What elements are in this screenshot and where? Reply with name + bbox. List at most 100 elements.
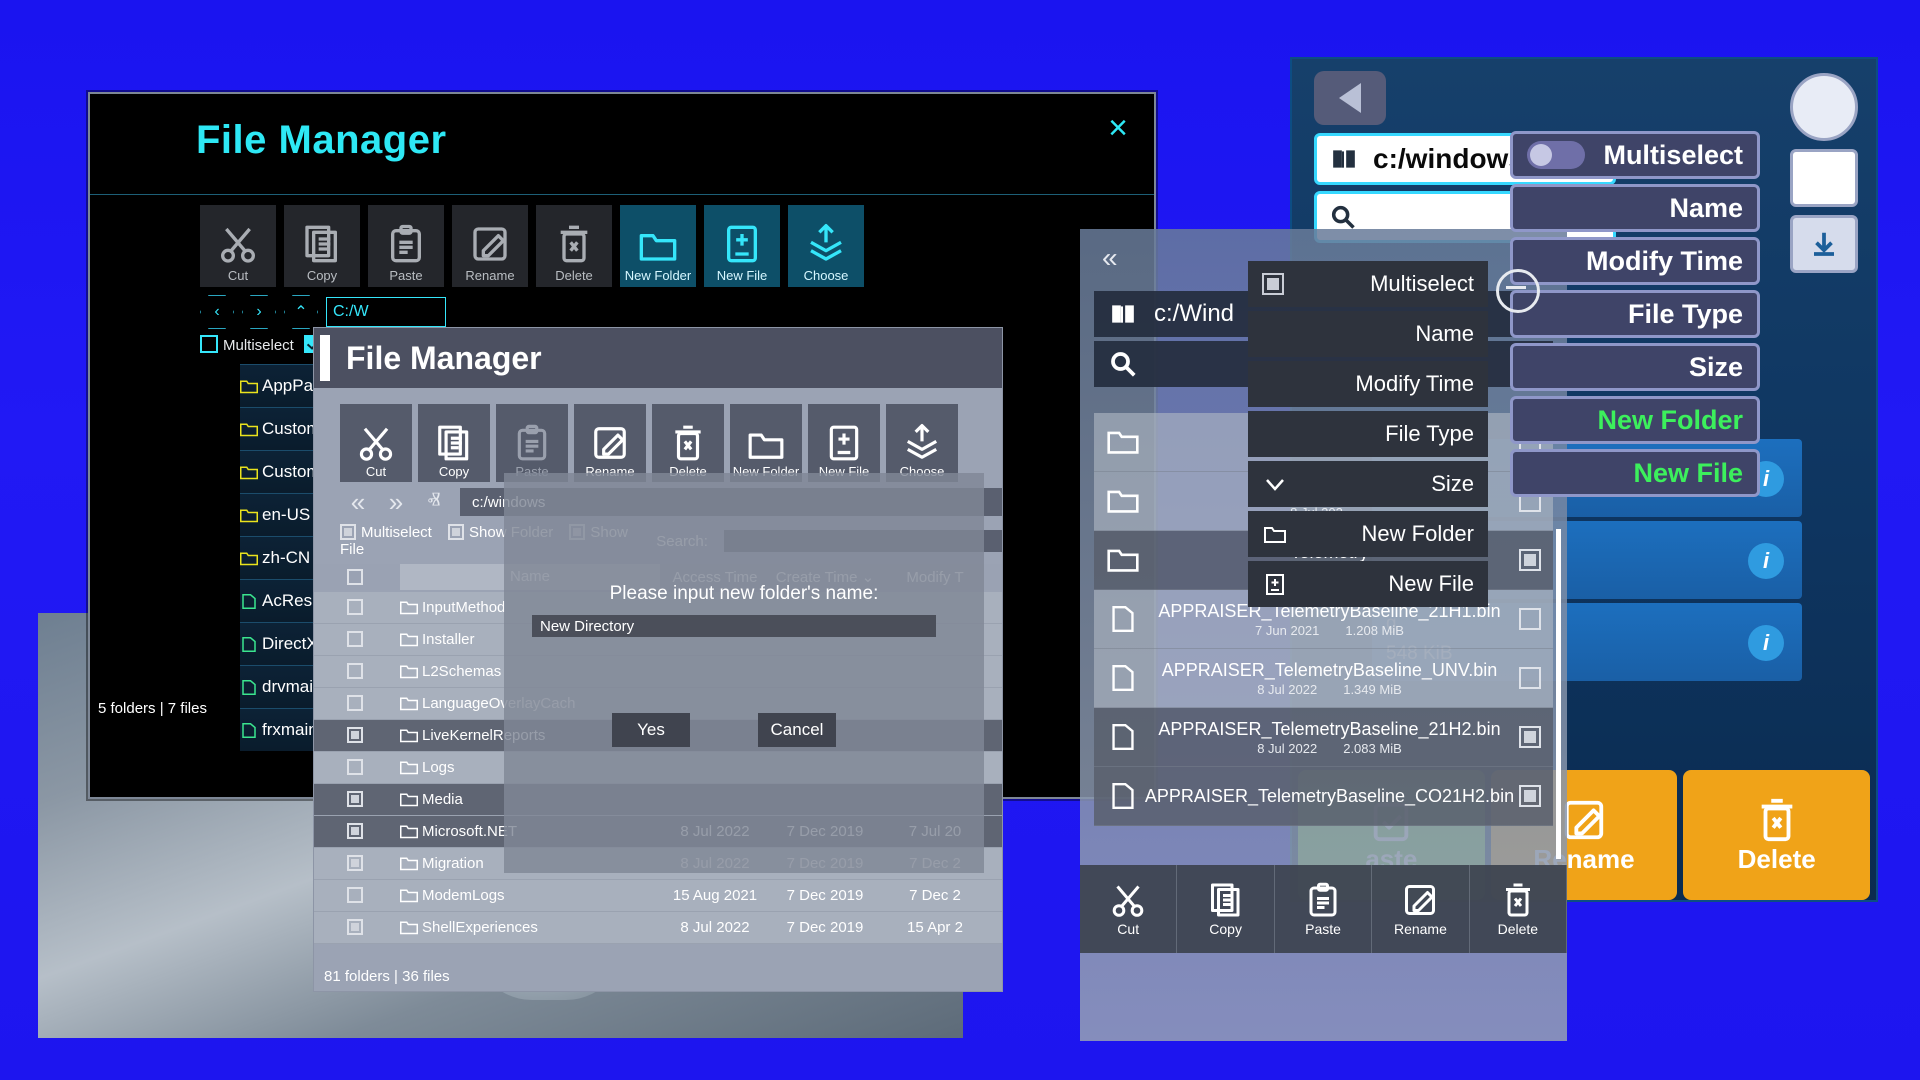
dark-toolbar-paste-button[interactable]: Paste	[368, 205, 444, 287]
mobile-rename-button[interactable]: Rename	[1372, 865, 1470, 953]
menu-item-new-folder[interactable]: New Folder	[1248, 511, 1488, 557]
grey-toolbar-copy-button[interactable]: Copy	[418, 404, 490, 482]
toggle-switch[interactable]	[1527, 141, 1585, 169]
context-dropdown-menu[interactable]: Multiselect Name Modify Time File Type S…	[1248, 261, 1540, 611]
checkbox-icon[interactable]	[200, 335, 218, 353]
dark-toolbar-cut-button[interactable]: Cut	[200, 205, 276, 287]
row-checkbox[interactable]	[314, 791, 400, 808]
forward-icon[interactable]: »	[378, 487, 414, 518]
close-icon[interactable]: ×	[1092, 102, 1144, 154]
blue-menu-item-name[interactable]: Name	[1510, 184, 1760, 232]
minus-circle-icon[interactable]	[1496, 269, 1540, 313]
list-item[interactable]: APPRAISER_TelemetryBaseline_UNV.bin 8 Jul…	[1094, 649, 1553, 708]
toolbar-label: New Folder	[624, 268, 692, 283]
grey-toolbar-rename-button[interactable]: Rename	[574, 404, 646, 482]
checkbox-icon	[346, 855, 363, 871]
menu-label: Name	[1669, 192, 1743, 223]
back-icon[interactable]	[1314, 71, 1386, 125]
dark-toolbar-delete-button[interactable]: Delete	[536, 205, 612, 287]
row-checkbox[interactable]	[314, 599, 400, 616]
table-row[interactable]: ShellExperiences 8 Jul 2022 7 Dec 2019 1…	[314, 912, 1002, 944]
blank-panel-icon[interactable]	[1790, 149, 1858, 207]
row-checkbox[interactable]	[314, 759, 400, 776]
back-icon[interactable]: «	[1102, 242, 1118, 274]
mobile-delete-button[interactable]: Delete	[1470, 865, 1568, 953]
grey-toolbar-new-folder-button[interactable]: New Folder	[730, 404, 802, 482]
row-checkbox[interactable]	[314, 855, 400, 872]
download-icon[interactable]	[1790, 215, 1858, 273]
menu-item-multiselect[interactable]: Multiselect	[1248, 261, 1540, 313]
menu-item-modify-time[interactable]: Modify Time	[1248, 361, 1488, 407]
blue-menu-item-size[interactable]: Size	[1510, 343, 1760, 391]
row-checkbox[interactable]	[314, 887, 400, 904]
blue-menu-item-new-file[interactable]: New File	[1510, 449, 1760, 497]
dark-toolbar-new-folder-button[interactable]: New Folder	[620, 205, 696, 287]
grey-checkbox-multiselect[interactable]: Multiselect	[340, 524, 436, 541]
scrollbar[interactable]	[1556, 529, 1561, 859]
dark-checkbox-multiselect[interactable]: Multiselect	[200, 335, 294, 354]
grey-toolbar-cut-button[interactable]: Cut	[340, 404, 412, 482]
toolbar-label: Rename	[465, 268, 515, 283]
forward-icon[interactable]: ›	[242, 295, 276, 329]
folder-name-input[interactable]: New Directory	[532, 615, 936, 637]
grey-toolbar-delete-button[interactable]: Delete	[652, 404, 724, 482]
row-checkbox[interactable]	[314, 727, 400, 744]
dark-toolbar-choose-button[interactable]: Choose	[788, 205, 864, 287]
up-icon[interactable]: ⱏ	[416, 486, 452, 518]
new-folder-dialog[interactable]: Please input new folder's name: New Dire…	[504, 473, 984, 873]
row-checkbox[interactable]	[314, 695, 400, 712]
grey-toolbar-choose-button[interactable]: Choose	[886, 404, 958, 482]
checkbox-icon[interactable]	[1262, 273, 1284, 295]
item-name: APPRAISER_TelemetryBaseline_CO21H2.bin	[1144, 786, 1515, 806]
file-plus-icon	[1266, 574, 1284, 595]
blue-menu-item-modify-time[interactable]: Modify Time	[1510, 237, 1760, 285]
table-row[interactable]: ModemLogs 15 Aug 2021 7 Dec 2019 7 Dec 2	[314, 880, 1002, 912]
row-checkbox[interactable]	[314, 663, 400, 680]
checkbox-icon[interactable]	[1519, 785, 1541, 807]
menu-item-file-type[interactable]: File Type	[1248, 411, 1488, 457]
checkbox-icon[interactable]	[448, 524, 465, 540]
cancel-button[interactable]: Cancel	[758, 713, 836, 747]
checkbox-icon[interactable]	[340, 524, 356, 540]
info-icon[interactable]: i	[1748, 625, 1784, 661]
list-item[interactable]: APPRAISER_TelemetryBaseline_21H2.bin 8 Ju…	[1094, 708, 1553, 767]
list-item[interactable]: APPRAISER_TelemetryBaseline_CO21H2.bin	[1094, 767, 1553, 826]
dark-path-field[interactable]: C:/W	[326, 297, 446, 327]
blue-menu-item-file-type[interactable]: File Type	[1510, 290, 1760, 338]
menu-item-size[interactable]: Size	[1248, 461, 1488, 507]
dark-toolbar-copy-button[interactable]: Copy	[284, 205, 360, 287]
grey-file-manager-window[interactable]: File Manager Cut Copy Paste Rename Delet…	[313, 327, 1003, 992]
up-icon[interactable]: ⌃	[284, 295, 318, 329]
blue-menu-item-new-folder[interactable]: New Folder	[1510, 396, 1760, 444]
dark-toolbar-new-file-button[interactable]: New File	[704, 205, 780, 287]
grey-toolbar-paste-button[interactable]: Paste	[496, 404, 568, 482]
blue-delete-button[interactable]: Delete	[1683, 770, 1871, 900]
mobile-paste-button[interactable]: Paste	[1275, 865, 1373, 953]
select-all-checkbox[interactable]	[314, 568, 400, 586]
checkbox-icon[interactable]	[1519, 667, 1541, 689]
row-checkbox[interactable]	[314, 823, 400, 840]
file-name: zh-CN	[262, 548, 311, 567]
menu-item-new-file[interactable]: New File	[1248, 561, 1488, 607]
menu-item-name[interactable]: Name	[1248, 311, 1488, 357]
blue-sort-menu[interactable]: Multiselect Name Modify Time File Type S…	[1510, 131, 1760, 502]
folder-icon	[400, 697, 418, 711]
back-icon[interactable]: «	[340, 487, 376, 518]
row-checkbox[interactable]	[314, 919, 400, 936]
checkbox-icon[interactable]	[1519, 549, 1541, 571]
checkbox-icon[interactable]	[1519, 608, 1541, 630]
back-icon[interactable]: ‹	[200, 295, 234, 329]
mobile-cut-button[interactable]: Cut	[1080, 865, 1178, 953]
info-icon[interactable]: i	[1748, 543, 1784, 579]
blue-menu-item-multiselect[interactable]: Multiselect	[1510, 131, 1760, 179]
checkbox-icon[interactable]	[1519, 726, 1541, 748]
confirm-button[interactable]: Yes	[612, 713, 690, 747]
folder-icon	[400, 665, 418, 679]
checkbox-icon	[346, 631, 363, 647]
row-checkbox[interactable]	[314, 631, 400, 648]
avatar-circle-icon[interactable]	[1790, 73, 1858, 141]
dark-toolbar-rename-button[interactable]: Rename	[452, 205, 528, 287]
grey-toolbar-new-file-button[interactable]: New File	[808, 404, 880, 482]
folder-icon	[1107, 431, 1139, 454]
mobile-copy-button[interactable]: Copy	[1177, 865, 1275, 953]
